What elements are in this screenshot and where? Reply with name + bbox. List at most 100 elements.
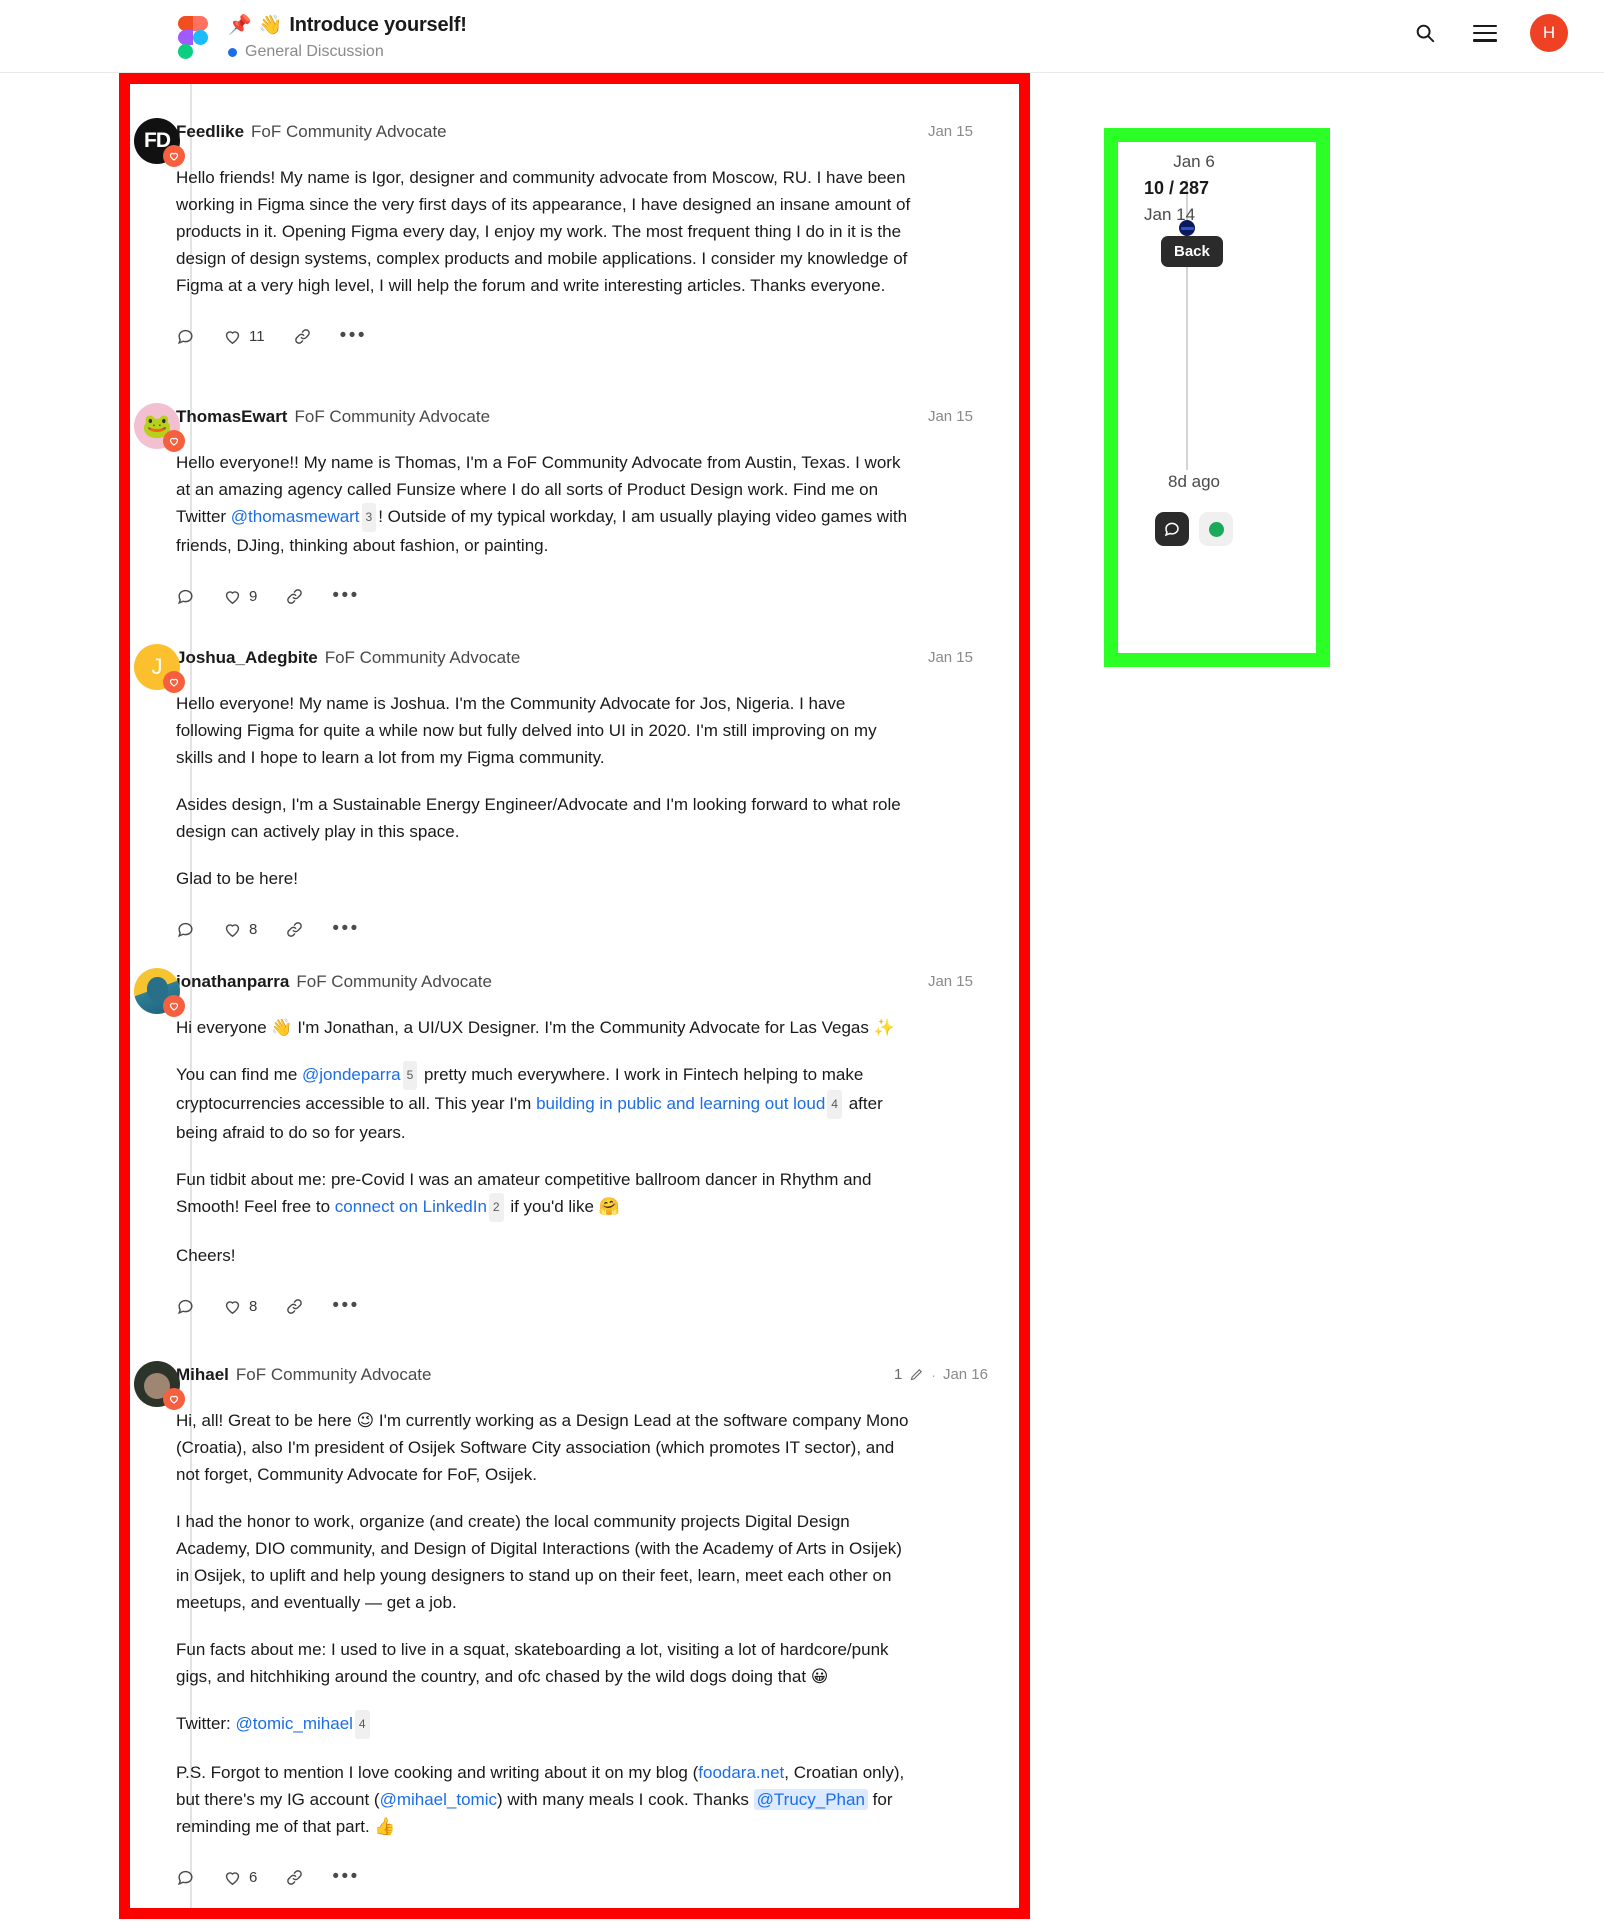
more-options-icon[interactable]: •••: [332, 1296, 359, 1315]
post-actions: 8 •••: [176, 1291, 973, 1321]
chat-bubble-icon[interactable]: [1155, 512, 1189, 546]
post-author[interactable]: Joshua_Adegbite: [176, 648, 318, 668]
mention-link[interactable]: @thomasmewart: [231, 507, 360, 526]
meta-separator: ·: [931, 1366, 936, 1383]
reply-icon[interactable]: [176, 1297, 195, 1316]
post-meta: Jan 15: [928, 123, 973, 140]
mention-link[interactable]: @Trucy_Phan: [753, 1789, 868, 1810]
reply-icon[interactable]: [176, 1868, 195, 1887]
post-author[interactable]: Feedlike: [176, 122, 244, 142]
page-root: 📌 👋 Introduce yourself! General Discussi…: [0, 0, 1604, 1924]
back-button[interactable]: Back: [1161, 236, 1223, 267]
avatar[interactable]: J: [134, 644, 185, 693]
post-date: Jan 15: [927, 649, 973, 666]
timeline-counter: 10 / 287: [1144, 178, 1210, 198]
online-status-dot-icon: [1208, 521, 1224, 537]
text-segment: P.S. Forgot to mention I love cooking an…: [176, 1763, 699, 1782]
pencil-icon[interactable]: [909, 1367, 924, 1382]
category-dot-icon: [228, 47, 237, 57]
inline-link[interactable]: @mihael_tomic: [380, 1790, 497, 1809]
post-actions: 8 •••: [176, 914, 973, 944]
inline-link[interactable]: connect on LinkedIn: [335, 1197, 487, 1216]
edit-count: 1: [893, 1366, 903, 1383]
advocate-heart-badge-icon: [163, 430, 185, 452]
inline-link[interactable]: building in public and learning out loud: [536, 1094, 825, 1113]
more-options-icon[interactable]: •••: [332, 586, 359, 605]
online-status-button[interactable]: [1199, 512, 1233, 546]
post-date: Jan 16: [942, 1366, 988, 1383]
pin-icon: 📌: [228, 14, 252, 36]
post-date: Jan 15: [927, 123, 973, 140]
reference-count: 4: [827, 1090, 842, 1119]
post-author-badge: FoF Community Advocate: [296, 972, 492, 991]
post-author[interactable]: ThomasEwart: [176, 407, 287, 427]
post-paragraph: Fun facts about me: I used to live in a …: [176, 1640, 889, 1686]
post-author-badge: FoF Community Advocate: [235, 1365, 432, 1384]
like-button[interactable]: 8: [223, 1297, 257, 1316]
link-icon[interactable]: [293, 327, 312, 346]
timeline-footer-buttons: [1118, 512, 1270, 546]
post-paragraph: Hello friends! My name is Igor, designer…: [176, 168, 911, 295]
text-segment: You can find me: [176, 1065, 303, 1084]
hamburger-menu-icon[interactable]: [1470, 18, 1500, 48]
like-button[interactable]: 8: [223, 920, 257, 939]
post-meta: Jan 15: [928, 649, 973, 666]
link-icon[interactable]: [285, 1297, 304, 1316]
avatar[interactable]: FD: [134, 118, 185, 167]
reference-count: 5: [402, 1061, 418, 1090]
avatar[interactable]: 🐸: [134, 403, 185, 452]
post-item: jonathanparra FoF Community Advocate Jan…: [130, 968, 973, 1321]
reference-count: 4: [354, 1710, 370, 1739]
mention-link[interactable]: @jondeparra: [302, 1065, 401, 1084]
inline-link[interactable]: foodara.net: [698, 1763, 784, 1782]
post-paragraph: Glad to be here!: [176, 869, 298, 888]
post-paragraph: Hello everyone! My name is Joshua. I'm t…: [176, 694, 877, 767]
advocate-heart-badge-icon: [163, 671, 185, 693]
reply-icon[interactable]: [176, 587, 195, 606]
post-paragraph: Hi everyone 👋 I'm Jonathan, a UI/UX Desi…: [176, 1018, 895, 1037]
post-paragraph: Hello everyone!! My name is Thomas, I'm …: [176, 449, 916, 559]
text-segment: if you'd like 🤗: [505, 1197, 620, 1216]
mention-link[interactable]: @tomic_mihael: [236, 1714, 353, 1733]
like-count: 9: [249, 587, 258, 605]
timeline-panel: Jan 6 10 / 287 Jan 14 Back 8d ago: [1118, 142, 1316, 653]
avatar[interactable]: [134, 968, 185, 1017]
post-paragraph: Asides design, I'm a Sustainable Energy …: [176, 795, 901, 841]
link-icon[interactable]: [285, 920, 304, 939]
more-options-icon[interactable]: •••: [340, 326, 367, 345]
post-author-badge: FoF Community Advocate: [324, 648, 521, 667]
like-count: 8: [249, 1297, 258, 1315]
post-author[interactable]: jonathanparra: [176, 972, 289, 992]
text-segment: Twitter:: [176, 1714, 236, 1733]
avatar[interactable]: [134, 1361, 185, 1410]
figma-logo[interactable]: [178, 16, 208, 60]
user-avatar[interactable]: H: [1530, 14, 1568, 52]
post-body: Hello everyone! My name is Joshua. I'm t…: [176, 690, 973, 892]
post-meta: Jan 15: [928, 973, 973, 990]
more-options-icon[interactable]: •••: [332, 1867, 359, 1886]
more-options-icon[interactable]: •••: [332, 919, 359, 938]
like-button[interactable]: 9: [223, 587, 257, 606]
post-paragraph: P.S. Forgot to mention I love cooking an…: [176, 1759, 916, 1840]
post-author-badge: FoF Community Advocate: [294, 407, 491, 426]
green-highlight-box: Jan 6 10 / 287 Jan 14 Back 8d ago: [1104, 128, 1330, 667]
wave-emoji-icon: 👋: [258, 14, 283, 36]
category-label[interactable]: General Discussion: [245, 43, 384, 61]
post-body: Hi, all! Great to be here 😉 I'm currentl…: [176, 1407, 988, 1840]
reply-icon[interactable]: [176, 920, 195, 939]
like-count: 6: [249, 1868, 258, 1886]
search-icon[interactable]: [1410, 18, 1440, 48]
like-button[interactable]: 11: [223, 327, 265, 346]
post-author-badge: FoF Community Advocate: [251, 122, 447, 141]
post-author[interactable]: Mihael: [176, 1365, 229, 1385]
like-button[interactable]: 6: [223, 1868, 257, 1887]
post-meta: 1 · Jan 16: [894, 1366, 988, 1383]
reference-count: 2: [488, 1193, 504, 1222]
post-paragraph: Twitter: @tomic_mihael 4: [176, 1710, 916, 1739]
link-icon[interactable]: [285, 1868, 304, 1887]
post-paragraph: Fun tidbit about me: pre-Covid I was an …: [176, 1166, 916, 1222]
reply-icon[interactable]: [176, 327, 195, 346]
link-icon[interactable]: [285, 587, 304, 606]
advocate-heart-badge-icon: [163, 995, 185, 1017]
advocate-heart-badge-icon: [163, 1388, 185, 1410]
